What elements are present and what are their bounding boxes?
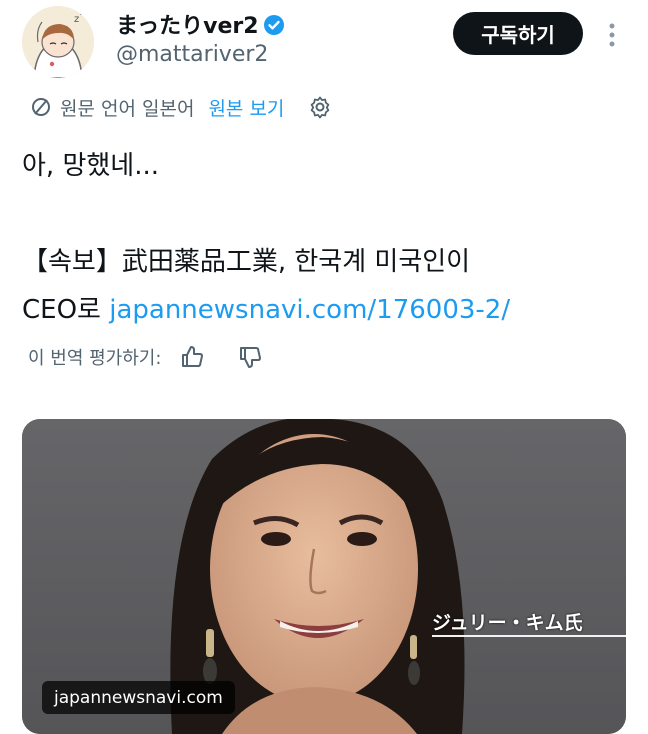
translate-icon — [30, 96, 52, 118]
tweet-link[interactable]: japannewsnavi.com/176003-2/ — [109, 295, 510, 325]
more-options-icon[interactable] — [600, 20, 624, 50]
gear-icon[interactable] — [308, 95, 332, 119]
avatar-illustration: z z — [22, 6, 94, 78]
translation-row: 원문 언어 일본어 원본 보기 — [30, 92, 332, 122]
tweet-line-3: CEO로 japannewsnavi.com/176003-2/ — [22, 286, 622, 334]
tweet-text: 아, 망했네... 【속보】武田薬品工業, 한국계 미국인이 CEO로 japa… — [22, 142, 622, 334]
subscribe-button[interactable]: 구독하기 — [453, 12, 583, 55]
svg-text:z: z — [74, 14, 79, 25]
author-handle[interactable]: @mattariver2 — [116, 42, 268, 67]
display-name[interactable]: まったりver2 — [116, 8, 285, 42]
avatar[interactable]: z z — [22, 6, 94, 78]
caption-divider — [432, 635, 626, 637]
tweet-line-1: 아, 망했네... — [22, 151, 160, 181]
svg-text:z: z — [80, 8, 84, 17]
thumbs-up-icon[interactable] — [179, 344, 205, 370]
tweet-line-2: 【속보】武田薬品工業, 한국계 미국인이 — [22, 247, 471, 277]
rate-translation-row: 이 번역 평가하기: — [28, 340, 263, 374]
display-name-text: まったりver2 — [116, 14, 259, 39]
image-caption: ジュリー・キム氏 — [432, 612, 583, 634]
translation-notice: 원문 언어 일본어 — [60, 97, 195, 120]
thumbs-down-icon[interactable] — [237, 344, 263, 370]
rate-translation-label: 이 번역 평가하기: — [28, 348, 162, 369]
link-source-badge[interactable]: japannewsnavi.com — [42, 681, 235, 714]
verified-badge-icon — [263, 14, 285, 42]
tweet-line-3-prefix: CEO로 — [22, 295, 110, 325]
show-original-link[interactable]: 원본 보기 — [208, 94, 284, 121]
